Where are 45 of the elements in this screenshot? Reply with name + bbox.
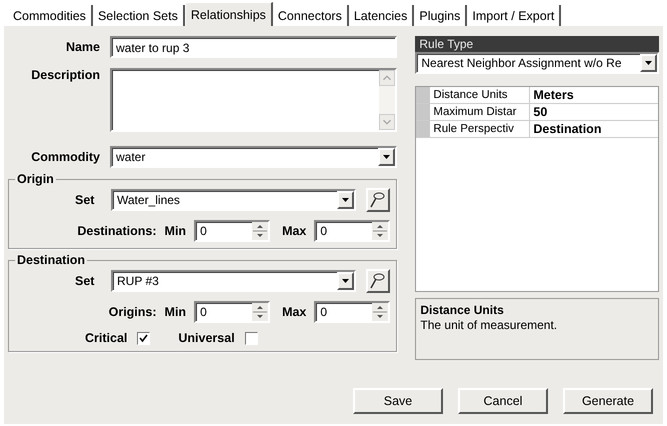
property-value[interactable]: Meters	[530, 87, 658, 103]
field-label: Min	[164, 305, 186, 319]
field-label: Origins:	[108, 305, 157, 319]
field-label: Name	[64, 40, 100, 54]
dialog-button[interactable]: Generate	[563, 388, 653, 414]
field-label: Max	[282, 224, 306, 238]
spin-arrows-icon[interactable]	[252, 303, 268, 321]
commodity-dropdown[interactable]: water	[110, 146, 398, 168]
property-value[interactable]: 50	[530, 104, 658, 120]
field-label: Set	[75, 274, 96, 288]
field-label: Commodity	[30, 150, 100, 164]
spin-arrows-icon[interactable]	[252, 222, 268, 240]
net-icon[interactable]	[366, 188, 390, 212]
spin-field[interactable]: 0	[314, 220, 390, 242]
set-dropdown[interactable]: Water_lines	[111, 189, 356, 211]
group-title: Origin	[16, 172, 55, 186]
spin-arrows-icon[interactable]	[372, 303, 388, 321]
help-text: The unit of measurement.	[420, 318, 558, 332]
field-label: Set	[75, 193, 96, 207]
checkbox[interactable]	[137, 332, 150, 344]
group-title: Destination	[16, 253, 86, 267]
spin-arrows-icon[interactable]	[372, 222, 388, 240]
field-label: Destinations:	[77, 224, 157, 238]
dialog-button[interactable]: Cancel	[458, 388, 548, 414]
checkbox[interactable]	[244, 332, 258, 344]
tab[interactable]: Relationships	[184, 2, 273, 26]
net-icon[interactable]	[366, 269, 390, 293]
spin-field[interactable]: 0	[314, 301, 390, 323]
checkbox-label: Critical	[85, 331, 128, 345]
property-name[interactable]: Maximum Distar	[430, 104, 530, 120]
field-label: Min	[164, 224, 186, 238]
name-field[interactable]: water to rup 3	[110, 36, 398, 58]
property-name[interactable]: Distance Units	[430, 87, 530, 103]
rule-type-dropdown[interactable]: Nearest Neighbor Assignment w/o Re	[415, 52, 659, 74]
section-header: Rule Type	[415, 36, 659, 52]
field-label: Max	[282, 305, 306, 319]
set-dropdown[interactable]: RUP #3	[111, 270, 356, 292]
property-name[interactable]: Rule Perspectiv	[430, 121, 530, 137]
checkbox-label: Universal	[178, 331, 235, 345]
help-title: Distance Units	[420, 303, 505, 317]
field-label: Description	[30, 68, 100, 82]
property-value[interactable]: Destination	[530, 121, 658, 137]
dialog-button[interactable]: Save	[353, 388, 443, 414]
spin-field[interactable]: 0	[194, 301, 270, 323]
spin-field[interactable]: 0	[194, 220, 270, 242]
